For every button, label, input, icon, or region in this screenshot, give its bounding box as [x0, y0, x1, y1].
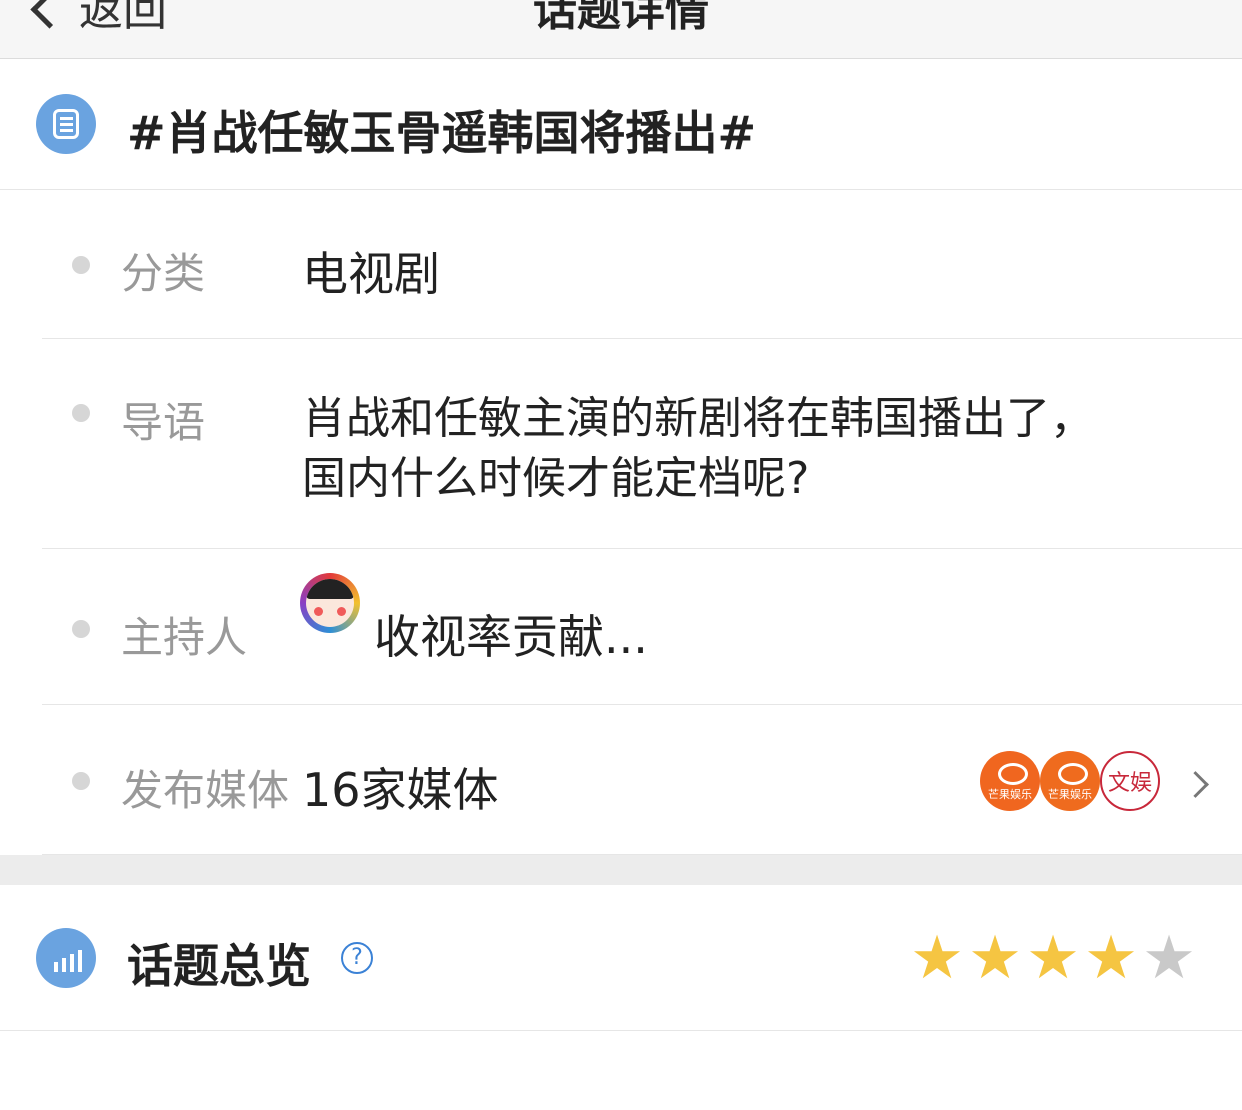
host-label: 主持人 — [121, 613, 248, 662]
bullet-dot — [72, 404, 90, 422]
overview-title: 话题总览 — [127, 939, 311, 993]
host-row[interactable]: 主持人 收视率贡献... — [42, 549, 1242, 705]
chart-icon — [36, 928, 96, 988]
chevron-right-icon[interactable] — [1182, 771, 1209, 798]
bullet-dot — [72, 620, 90, 638]
star-icon: ★ — [968, 923, 1022, 993]
mango-entertainment-logo: 芒果娱乐 — [1040, 751, 1100, 811]
overview-header: 话题总览 ? ★★★★★ — [0, 885, 1242, 1031]
bullet-dot — [72, 256, 90, 274]
intro-text: 肖战和任敏主演的新剧将在韩国播出了， 国内什么时候才能定档呢? — [302, 389, 1094, 509]
topic-title: #肖战任敏玉骨遥韩国将播出# — [127, 106, 757, 160]
navigation-bar: 返回 话题详情 — [0, 0, 1242, 59]
intro-label: 导语 — [121, 398, 206, 447]
category-row: 分类 电视剧 — [42, 190, 1242, 339]
media-count: 16家媒体 — [302, 763, 499, 817]
intro-line-2: 国内什么时候才能定档呢? — [302, 453, 810, 504]
media-row[interactable]: 发布媒体 16家媒体 芒果娱乐 芒果娱乐 文娱 — [42, 705, 1242, 855]
star-icon: ★ — [910, 923, 964, 993]
intro-row: 导语 肖战和任敏主演的新剧将在韩国播出了， 国内什么时候才能定档呢? — [42, 339, 1242, 549]
host-name[interactable]: 收视率贡献... — [374, 601, 648, 667]
wenyu-logo: 文娱 — [1100, 751, 1160, 811]
section-divider — [0, 855, 1242, 885]
mango-entertainment-logo: 芒果娱乐 — [980, 751, 1040, 811]
topic-header: #肖战任敏玉骨遥韩国将播出# — [0, 59, 1242, 190]
avatar[interactable] — [300, 573, 360, 633]
question-circle-icon[interactable]: ? — [341, 942, 373, 974]
document-list-icon — [36, 94, 96, 154]
bullet-dot — [72, 772, 90, 790]
star-icon: ★ — [1142, 923, 1196, 993]
category-label: 分类 — [121, 249, 206, 298]
category-value: 电视剧 — [302, 247, 440, 301]
star-rating: ★★★★★ — [908, 923, 1198, 993]
star-icon: ★ — [1084, 923, 1138, 993]
media-label: 发布媒体 — [121, 766, 290, 815]
star-icon: ★ — [1026, 923, 1080, 993]
intro-line-1: 肖战和任敏主演的新剧将在韩国播出了， — [302, 393, 1094, 444]
page-title: 话题详情 — [533, 0, 709, 36]
media-logos[interactable]: 芒果娱乐 芒果娱乐 文娱 — [980, 751, 1170, 813]
